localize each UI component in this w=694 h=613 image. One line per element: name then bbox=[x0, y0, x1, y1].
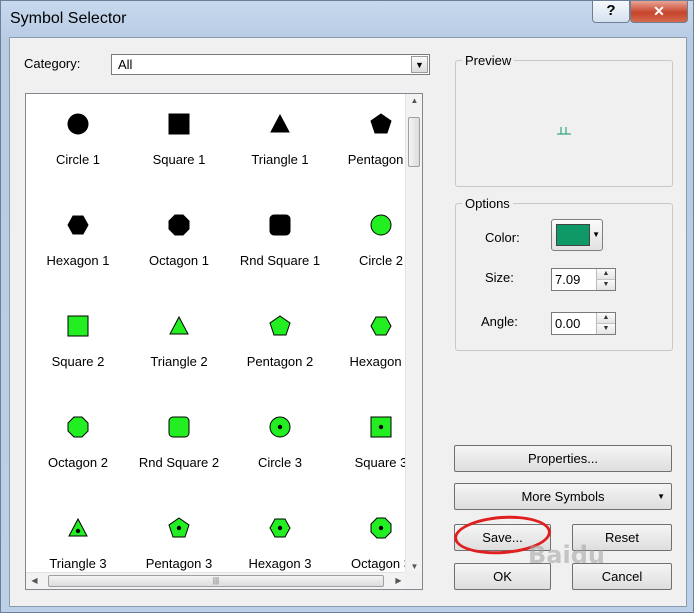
symbol-label: Rnd Square 1 bbox=[239, 253, 321, 268]
vertical-scroll-thumb[interactable] bbox=[408, 117, 420, 167]
square-icon bbox=[66, 314, 90, 338]
scroll-left-arrow-icon[interactable]: ◀ bbox=[26, 576, 43, 585]
square-icon bbox=[369, 415, 393, 439]
scroll-up-arrow-icon[interactable]: ▲ bbox=[406, 96, 422, 105]
options-group: Options Color: ▼ Size: 7.09 ▲ ▼ Angle: 0… bbox=[455, 196, 673, 351]
symbol-label: Square 2 bbox=[51, 354, 105, 369]
symbol-label: Octagon 2 bbox=[48, 455, 108, 470]
preview-legend: Preview bbox=[465, 53, 512, 68]
circle-icon bbox=[66, 112, 90, 136]
circle-icon bbox=[268, 415, 292, 439]
hexagon-icon bbox=[66, 213, 90, 237]
scroll-down-arrow-icon[interactable]: ▼ bbox=[406, 562, 422, 571]
pentagon-icon bbox=[268, 314, 292, 338]
symbol-label: Hexagon 3 bbox=[248, 556, 312, 571]
rndsquare-icon bbox=[268, 213, 292, 237]
symbol-item[interactable]: Triangle 2 bbox=[129, 298, 229, 398]
category-value: All bbox=[118, 57, 133, 72]
color-picker-button[interactable]: ▼ bbox=[551, 219, 603, 251]
symbol-item[interactable]: Circle 1 bbox=[28, 96, 128, 196]
symbol-label: Octagon 1 bbox=[149, 253, 209, 268]
title-bar[interactable]: Symbol Selector ? ✕ bbox=[1, 1, 693, 37]
dialog-client-area: Category: All ▼ Circle 1 Square 1 Triangle… bbox=[9, 37, 687, 607]
triangle-icon bbox=[167, 314, 191, 338]
color-swatch bbox=[556, 224, 590, 246]
symbol-label: Circle 3 bbox=[257, 455, 303, 470]
symbol-item[interactable]: Pentagon 2 bbox=[230, 298, 330, 398]
more-symbols-label: More Symbols bbox=[521, 489, 605, 504]
horizontal-scrollbar[interactable]: ◀ ||| ▶ bbox=[26, 572, 407, 589]
chevron-down-icon[interactable]: ▼ bbox=[411, 56, 428, 73]
window-title: Symbol Selector bbox=[10, 10, 127, 27]
category-label: Category: bbox=[24, 56, 81, 71]
baidu-watermark: Baidu bbox=[528, 541, 605, 569]
triangle-icon bbox=[66, 516, 90, 540]
close-button[interactable]: ✕ bbox=[630, 1, 688, 23]
symbol-item[interactable]: Hexagon 1 bbox=[28, 197, 128, 297]
symbol-label: Triangle 2 bbox=[150, 354, 208, 369]
symbol-label: Rnd Square 2 bbox=[138, 455, 220, 470]
symbol-item[interactable]: Octagon 1 bbox=[129, 197, 229, 297]
symbol-selector-window: Symbol Selector ? ✕ Category: All ▼ Circ… bbox=[0, 0, 694, 613]
chevron-down-icon: ▼ bbox=[592, 230, 600, 239]
angle-value: 0.00 bbox=[555, 316, 581, 331]
properties-button[interactable]: Properties... bbox=[454, 445, 672, 472]
symbol-item[interactable]: Square 2 bbox=[28, 298, 128, 398]
triangle-icon bbox=[268, 112, 292, 136]
angle-spinner[interactable]: 0.00 ▲ ▼ bbox=[551, 312, 616, 335]
symbol-label: Triangle 1 bbox=[251, 152, 309, 167]
octagon-icon bbox=[66, 415, 90, 439]
preview-group: Preview bbox=[455, 53, 673, 187]
size-value: 7.09 bbox=[555, 272, 581, 287]
angle-increment-icon[interactable]: ▲ bbox=[597, 313, 615, 324]
chevron-down-icon: ▼ bbox=[657, 492, 665, 501]
angle-decrement-icon[interactable]: ▼ bbox=[597, 324, 615, 334]
symbol-label: Triangle 3 bbox=[49, 556, 107, 571]
symbol-label: Pentagon 2 bbox=[246, 354, 314, 369]
symbol-label: Circle 1 bbox=[55, 152, 101, 167]
symbol-item[interactable]: Triangle 1 bbox=[230, 96, 330, 196]
hexagon-icon bbox=[369, 314, 393, 338]
symbol-item[interactable]: Rnd Square 1 bbox=[230, 197, 330, 297]
square-icon bbox=[167, 112, 191, 136]
size-decrement-icon[interactable]: ▼ bbox=[597, 280, 615, 290]
symbol-list[interactable]: Circle 1 Square 1 Triangle 1 Pentagon 1 Hexa… bbox=[25, 93, 423, 590]
help-button[interactable]: ? bbox=[592, 1, 630, 23]
color-label: Color: bbox=[485, 230, 520, 245]
symbol-item[interactable]: Square 1 bbox=[129, 96, 229, 196]
scroll-corner bbox=[405, 572, 422, 589]
angle-label: Angle: bbox=[481, 314, 518, 329]
octagon-icon bbox=[167, 213, 191, 237]
hexagon-icon bbox=[268, 516, 292, 540]
symbol-item[interactable]: Rnd Square 2 bbox=[129, 399, 229, 499]
octagon-icon bbox=[369, 516, 393, 540]
preview-symbol-icon bbox=[557, 127, 571, 135]
size-label: Size: bbox=[485, 270, 514, 285]
category-dropdown[interactable]: All ▼ bbox=[111, 54, 430, 75]
pentagon-icon bbox=[167, 516, 191, 540]
symbol-label: Hexagon 1 bbox=[46, 253, 110, 268]
size-spinner[interactable]: 7.09 ▲ ▼ bbox=[551, 268, 616, 291]
more-symbols-button[interactable]: More Symbols ▼ bbox=[454, 483, 672, 510]
circle-icon bbox=[369, 213, 393, 237]
symbol-grid: Circle 1 Square 1 Triangle 1 Pentagon 1 Hexa… bbox=[26, 94, 414, 573]
symbol-label: Pentagon 3 bbox=[145, 556, 213, 571]
symbol-label: Square 1 bbox=[152, 152, 206, 167]
symbol-item[interactable]: Circle 3 bbox=[230, 399, 330, 499]
size-increment-icon[interactable]: ▲ bbox=[597, 269, 615, 280]
vertical-scrollbar[interactable]: ▲ ▼ bbox=[405, 94, 422, 573]
options-legend: Options bbox=[465, 196, 510, 211]
symbol-item[interactable]: Octagon 2 bbox=[28, 399, 128, 499]
pentagon-icon bbox=[369, 112, 393, 136]
horizontal-scroll-thumb[interactable]: ||| bbox=[48, 575, 384, 587]
rndsquare-icon bbox=[167, 415, 191, 439]
